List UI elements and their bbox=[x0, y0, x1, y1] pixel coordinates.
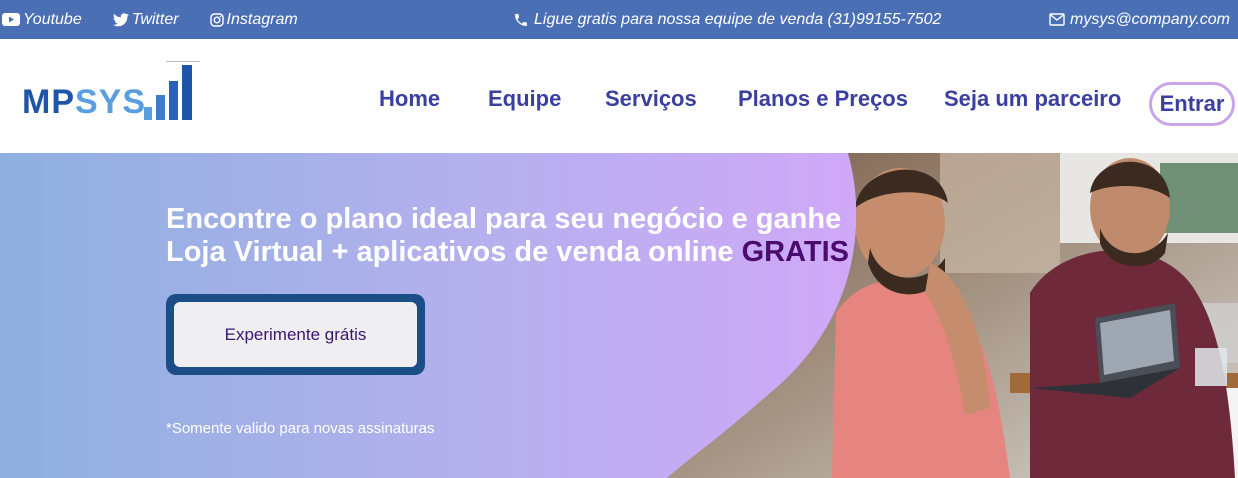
nav-equipe[interactable]: Equipe bbox=[488, 86, 561, 112]
nav-servicos[interactable]: Serviços bbox=[605, 86, 697, 112]
instagram-icon bbox=[209, 12, 224, 27]
main-navbar: MPSYS Home Equipe Serviços Planos e Preç… bbox=[0, 39, 1238, 153]
logo-text: MPSYS bbox=[22, 83, 146, 122]
hero-headline: Encontre o plano ideal para seu negócio … bbox=[166, 203, 866, 269]
social-links: Youtube Twitter Instagram bbox=[2, 0, 329, 39]
email-contact[interactable]: mysys@company.com bbox=[1049, 0, 1230, 39]
hero-headline-line2-text: Loja Virtual + aplicativos de venda onli… bbox=[166, 236, 734, 268]
bar-chart-icon bbox=[144, 61, 200, 120]
hero-headline-line1: Encontre o plano ideal para seu negócio … bbox=[166, 203, 842, 235]
youtube-icon bbox=[2, 13, 20, 26]
email-text: mysys@company.com bbox=[1070, 10, 1230, 28]
twitter-label: Twitter bbox=[131, 10, 179, 28]
twitter-icon bbox=[112, 12, 129, 26]
top-contact-bar: Youtube Twitter Instagram Ligue gratis p… bbox=[0, 0, 1238, 39]
nav-planos-precos[interactable]: Planos e Preços bbox=[738, 86, 908, 112]
phone-text: Ligue gratis para nossa equipe de venda … bbox=[534, 10, 942, 28]
logo-text-mp: MP bbox=[22, 83, 75, 121]
login-button[interactable]: Entrar bbox=[1149, 82, 1235, 126]
cta-frame: Experimente grátis bbox=[166, 294, 425, 375]
nav-seja-parceiro[interactable]: Seja um parceiro bbox=[944, 86, 1121, 112]
logo[interactable]: MPSYS bbox=[22, 61, 202, 121]
logo-text-sys: SYS bbox=[75, 83, 147, 121]
youtube-link[interactable]: Youtube bbox=[2, 11, 82, 29]
twitter-link[interactable]: Twitter bbox=[112, 10, 179, 29]
instagram-label: Instagram bbox=[226, 10, 298, 28]
envelope-icon bbox=[1049, 13, 1065, 26]
hero-highlight: GRATIS bbox=[741, 236, 850, 268]
youtube-label: Youtube bbox=[23, 10, 82, 28]
try-free-button[interactable]: Experimente grátis bbox=[174, 302, 417, 367]
hero-banner: Encontre o plano ideal para seu negócio … bbox=[0, 153, 1238, 478]
phone-contact[interactable]: Ligue gratis para nossa equipe de venda … bbox=[513, 0, 941, 39]
hero-footnote: *Somente valido para novas assinaturas bbox=[166, 420, 435, 437]
instagram-link[interactable]: Instagram bbox=[209, 10, 298, 29]
nav-home[interactable]: Home bbox=[379, 86, 440, 112]
phone-icon bbox=[515, 13, 527, 26]
hero-headline-line2: Loja Virtual + aplicativos de venda onli… bbox=[166, 236, 866, 269]
